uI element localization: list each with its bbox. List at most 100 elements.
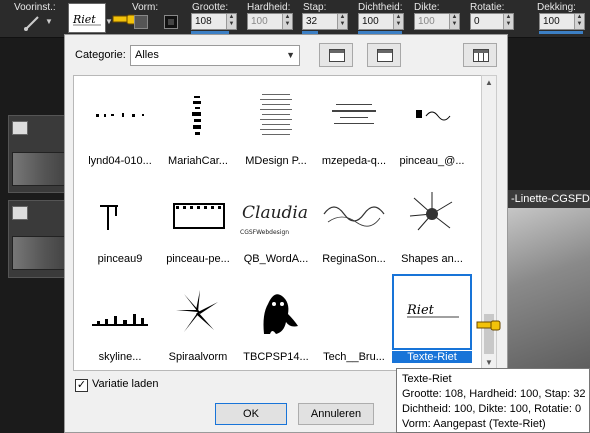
brush-name: skyline... [98, 351, 142, 363]
brush-name: MariahCar... [168, 155, 228, 167]
brush-icon [24, 16, 39, 31]
riet-tip-text: Riet [72, 13, 96, 26]
right-image-window-title[interactable]: -Linette-CGSFD [508, 190, 590, 208]
riet-tip-thumbnail: Riet [72, 13, 101, 26]
rotation-spinbox[interactable]: 0 ▲ ▼ [470, 13, 514, 30]
brush-item[interactable]: MariahCar... [158, 76, 238, 176]
brush-thumbnail[interactable] [392, 178, 472, 250]
category-select[interactable]: Alles ▼ [130, 45, 300, 66]
brush-name: lynd04-010... [88, 155, 152, 167]
category-value: Alles [135, 49, 159, 61]
brush-item[interactable]: mzepeda-q... [314, 76, 394, 176]
spin-arrows-icon[interactable]: ▲ ▼ [449, 14, 459, 29]
brush-thumbnail[interactable]: Claudia CGSFWebdesign [236, 178, 316, 250]
density-value: 100 [362, 16, 379, 27]
brush-item[interactable]: Riet Texte-Riet [392, 272, 472, 370]
brush-item[interactable]: pinceau9 [80, 174, 160, 274]
brush-tip-preview[interactable]: Riet [68, 3, 106, 33]
image-thumbnail-2[interactable] [12, 236, 66, 270]
brush-name: TBCPSP14... [243, 351, 309, 363]
spin-arrows-icon[interactable]: ▲ ▼ [282, 14, 292, 29]
presets-brush-button[interactable] [22, 14, 44, 32]
pointing-hand-icon [476, 320, 501, 331]
step-value: 32 [306, 16, 318, 27]
camera-icon [12, 206, 28, 220]
hardness-value: 100 [251, 16, 268, 27]
brush-thumbnail[interactable] [314, 276, 394, 348]
brush-thumbnail[interactable] [158, 80, 238, 152]
brush-item[interactable]: Shapes an... [392, 174, 472, 274]
brush-tooltip: Texte-Riet Grootte: 108, Hardheid: 100, … [396, 368, 590, 433]
hardness-spinbox[interactable]: 100 ▲ ▼ [247, 13, 293, 30]
spin-arrows-icon[interactable]: ▲ ▼ [226, 14, 236, 29]
brush-item[interactable]: TBCPSP14... [236, 272, 316, 370]
scroll-up-arrow-icon[interactable]: ▲ [482, 76, 496, 90]
step-label: Stap: [303, 2, 327, 13]
spin-arrows-icon[interactable]: ▲ ▼ [503, 14, 513, 29]
presets-dropdown-arrow[interactable]: ▼ [44, 13, 54, 30]
brush-thumbnail[interactable] [80, 178, 160, 250]
brush-name: Shapes an... [401, 253, 463, 265]
brush-item[interactable]: pinceau-pe... [158, 174, 238, 274]
brush-name: pinceau_@... [399, 155, 465, 167]
brush-thumbnail[interactable] [236, 276, 316, 348]
brush-thumbnail[interactable] [158, 276, 238, 348]
claudia-sub-text: CGSFWebdesign [240, 229, 289, 236]
right-image-canvas[interactable] [508, 208, 590, 378]
brush-item[interactable]: MDesign P... [236, 76, 316, 176]
brush-thumbnail[interactable] [314, 80, 394, 152]
step-spinbox[interactable]: 32 ▲ ▼ [302, 13, 348, 30]
brush-thumbnail[interactable] [392, 80, 472, 152]
spin-arrows-icon[interactable]: ▲ ▼ [574, 14, 584, 29]
brush-thumbnail[interactable] [80, 276, 160, 348]
rotation-value: 0 [474, 16, 480, 27]
brush-item[interactable]: Tech__Bru... [314, 272, 394, 370]
spin-arrows-icon[interactable]: ▲ ▼ [337, 14, 347, 29]
opacity-spinbox[interactable]: 100 ▲ ▼ [539, 13, 585, 30]
shape-round-button[interactable] [134, 15, 148, 29]
rotation-label: Rotatie: [470, 2, 505, 13]
window-icon [329, 49, 345, 62]
image-thumbnail-1[interactable] [12, 152, 66, 186]
brush-item[interactable]: skyline... [80, 272, 160, 370]
tool-options-bar: Voorinst.: ▼ Riet ▼ Vorm: Grootte: 108 ▲ ▼… [0, 0, 590, 38]
brush-name: Spiraalvorm [168, 351, 228, 363]
brush-thumbnail[interactable] [236, 80, 316, 152]
brush-thumbnail[interactable] [314, 178, 394, 250]
brush-thumbnail[interactable]: Riet [392, 274, 472, 350]
tooltip-title: Texte-Riet [402, 373, 452, 385]
brush-item[interactable]: Claudia CGSFWebdesign QB_WordA... [236, 174, 316, 274]
brush-item[interactable]: lynd04-010... [80, 76, 160, 176]
size-spinbox[interactable]: 108 ▲ ▼ [191, 13, 237, 30]
density-spinbox[interactable]: 100 ▲ ▼ [358, 13, 404, 30]
opacity-slider-fill[interactable] [539, 31, 583, 34]
brush-grid: lynd04-010... MariahCar... MDesign P... mze… [73, 75, 489, 371]
ok-button[interactable]: OK [215, 403, 287, 425]
claudia-text: Claudia [242, 203, 308, 223]
variation-checkbox[interactable]: ✓ [75, 379, 88, 392]
grid-view-button[interactable] [463, 43, 497, 67]
brush-item[interactable]: pinceau_@... [392, 76, 472, 176]
brush-name: Tech__Bru... [323, 351, 385, 363]
brush-thumbnail[interactable] [80, 80, 160, 152]
brush-item[interactable]: ReginaSon... [314, 174, 394, 274]
hardness-label: Hardheid: [247, 2, 291, 13]
brush-thumbnail[interactable] [158, 178, 238, 250]
shape-label: Vorm: [132, 2, 159, 13]
opacity-label: Dekking: [537, 2, 576, 13]
spin-arrows-icon[interactable]: ▲ ▼ [393, 14, 403, 29]
brush-name: pinceau-pe... [166, 253, 230, 265]
thickness-spinbox[interactable]: 100 ▲ ▼ [414, 13, 460, 30]
chevron-down-icon: ▼ [286, 50, 295, 60]
category-label: Categorie: [75, 49, 126, 61]
brush-item[interactable]: Spiraalvorm [158, 272, 238, 370]
tooltip-density-line: Dichtheid: 100, Dikte: 100, Rotatie: 0 [402, 403, 582, 415]
density-label: Dichtheid: [358, 2, 403, 13]
brush-name: MDesign P... [245, 155, 307, 167]
cancel-button[interactable]: Annuleren [298, 403, 374, 425]
view-list-button[interactable] [319, 43, 353, 67]
opacity-value: 100 [543, 16, 560, 27]
open-folder-button[interactable] [367, 43, 401, 67]
shape-square-button[interactable] [164, 15, 178, 29]
riet-text: Riet [406, 303, 435, 318]
